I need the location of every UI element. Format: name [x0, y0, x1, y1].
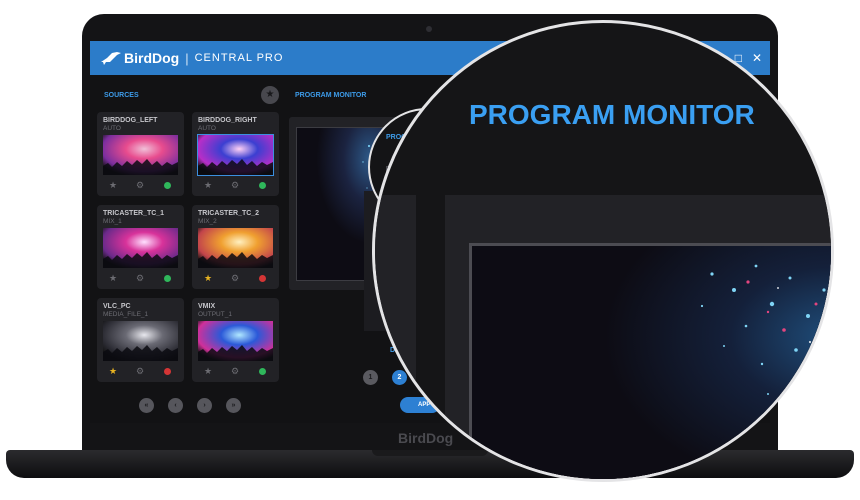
source-card[interactable]: TRICASTER_TC_2 MIX_2 ★ ⚙: [192, 205, 279, 289]
source-output: AUTO: [198, 125, 216, 132]
status-dot-icon: [164, 182, 171, 189]
first-page-button[interactable]: «: [139, 398, 154, 413]
favorite-star-icon[interactable]: ★: [109, 273, 117, 283]
settings-gear-icon[interactable]: ⚙: [231, 273, 239, 283]
source-thumbnail[interactable]: [198, 228, 273, 268]
settings-gear-icon[interactable]: ⚙: [136, 180, 144, 190]
source-output: MIX_2: [198, 218, 217, 225]
status-dot-icon: [259, 368, 266, 375]
status-dot-icon: [259, 275, 266, 282]
favorites-filter-button[interactable]: ★: [261, 86, 279, 104]
source-output: MIX_1: [103, 218, 122, 225]
source-name: TRICASTER_TC_1: [103, 210, 165, 217]
concert-thumbnail-image: [103, 228, 178, 268]
source-name: BIRDDOG_LEFT: [103, 117, 158, 124]
product-name: CENTRAL PRO: [194, 52, 284, 64]
source-thumbnail[interactable]: [197, 134, 274, 176]
concert-thumbnail-image: [103, 135, 178, 175]
source-name: VMIX: [198, 303, 216, 310]
source-actions: ★ ⚙: [198, 366, 273, 376]
status-dot-icon: [259, 182, 266, 189]
settings-gear-icon[interactable]: ⚙: [231, 180, 239, 190]
favorite-star-icon[interactable]: ★: [204, 366, 212, 376]
brand-separator: |: [185, 50, 189, 66]
concert-thumbnail-image: [198, 228, 273, 268]
concert-thumbnail-image: [103, 321, 178, 361]
source-card[interactable]: BIRDDOG_RIGHT AUTO ★ ⚙: [192, 112, 279, 196]
favorite-star-icon[interactable]: ★: [109, 366, 117, 376]
window-controls: □ ✕: [735, 51, 762, 65]
settings-gear-icon[interactable]: ⚙: [136, 366, 144, 376]
source-output: OUTPUT_1: [198, 311, 232, 318]
status-dot-icon: [164, 368, 171, 375]
source-thumbnail[interactable]: [103, 135, 178, 175]
magnified-title: PROGRAM MONITOR: [469, 99, 755, 130]
source-actions: ★ ⚙: [103, 180, 178, 190]
bird-logo-icon: [101, 52, 121, 65]
source-name: BIRDDOG_RIGHT: [198, 117, 257, 124]
source-thumbnail[interactable]: [103, 321, 178, 361]
program-monitor-label: PROGRAM MONITOR: [295, 92, 367, 99]
concert-thumbnail-image: [198, 321, 273, 361]
source-actions: ★ ⚙: [103, 273, 178, 283]
concert-thumbnail-image: [198, 135, 273, 175]
source-thumbnail[interactable]: [198, 321, 273, 361]
app-logo: BirdDog | CENTRAL PRO: [100, 50, 283, 66]
source-name: VLC_PC: [103, 303, 131, 310]
webcam: [426, 26, 432, 32]
status-dot-icon: [164, 275, 171, 282]
magnified-side-panel: [375, 195, 416, 479]
settings-gear-icon[interactable]: ⚙: [231, 366, 239, 376]
source-actions: ★ ⚙: [103, 366, 178, 376]
source-output: AUTO: [103, 125, 121, 132]
large-magnifier-lens: PROGRAM MONITOR: [372, 20, 834, 482]
settings-gear-icon[interactable]: ⚙: [136, 273, 144, 283]
next-page-button[interactable]: ›: [197, 398, 212, 413]
sources-label: SOURCES: [104, 92, 139, 99]
source-name: TRICASTER_TC_2: [198, 210, 260, 217]
last-page-button[interactable]: »: [226, 398, 241, 413]
favorite-star-icon[interactable]: ★: [204, 180, 212, 190]
magnified-program-monitor: [469, 243, 831, 479]
source-actions: ★ ⚙: [198, 273, 273, 283]
magnified-concert-image: [472, 246, 831, 479]
source-card[interactable]: VLC_PC MEDIA_FILE_1 ★ ⚙: [97, 298, 184, 382]
favorite-star-icon[interactable]: ★: [109, 180, 117, 190]
source-card[interactable]: VMIX OUTPUT_1 ★ ⚙: [192, 298, 279, 382]
favorite-star-icon[interactable]: ★: [204, 273, 212, 283]
source-output: MEDIA_FILE_1: [103, 311, 149, 318]
source-actions: ★ ⚙: [198, 180, 273, 190]
brand-name: BirdDog: [124, 50, 180, 66]
source-card[interactable]: TRICASTER_TC_1 MIX_1 ★ ⚙: [97, 205, 184, 289]
close-button[interactable]: ✕: [752, 51, 762, 65]
source-thumbnail[interactable]: [103, 228, 178, 268]
source-card[interactable]: BIRDDOG_LEFT AUTO ★ ⚙: [97, 112, 184, 196]
prev-page-button[interactable]: ‹: [168, 398, 183, 413]
